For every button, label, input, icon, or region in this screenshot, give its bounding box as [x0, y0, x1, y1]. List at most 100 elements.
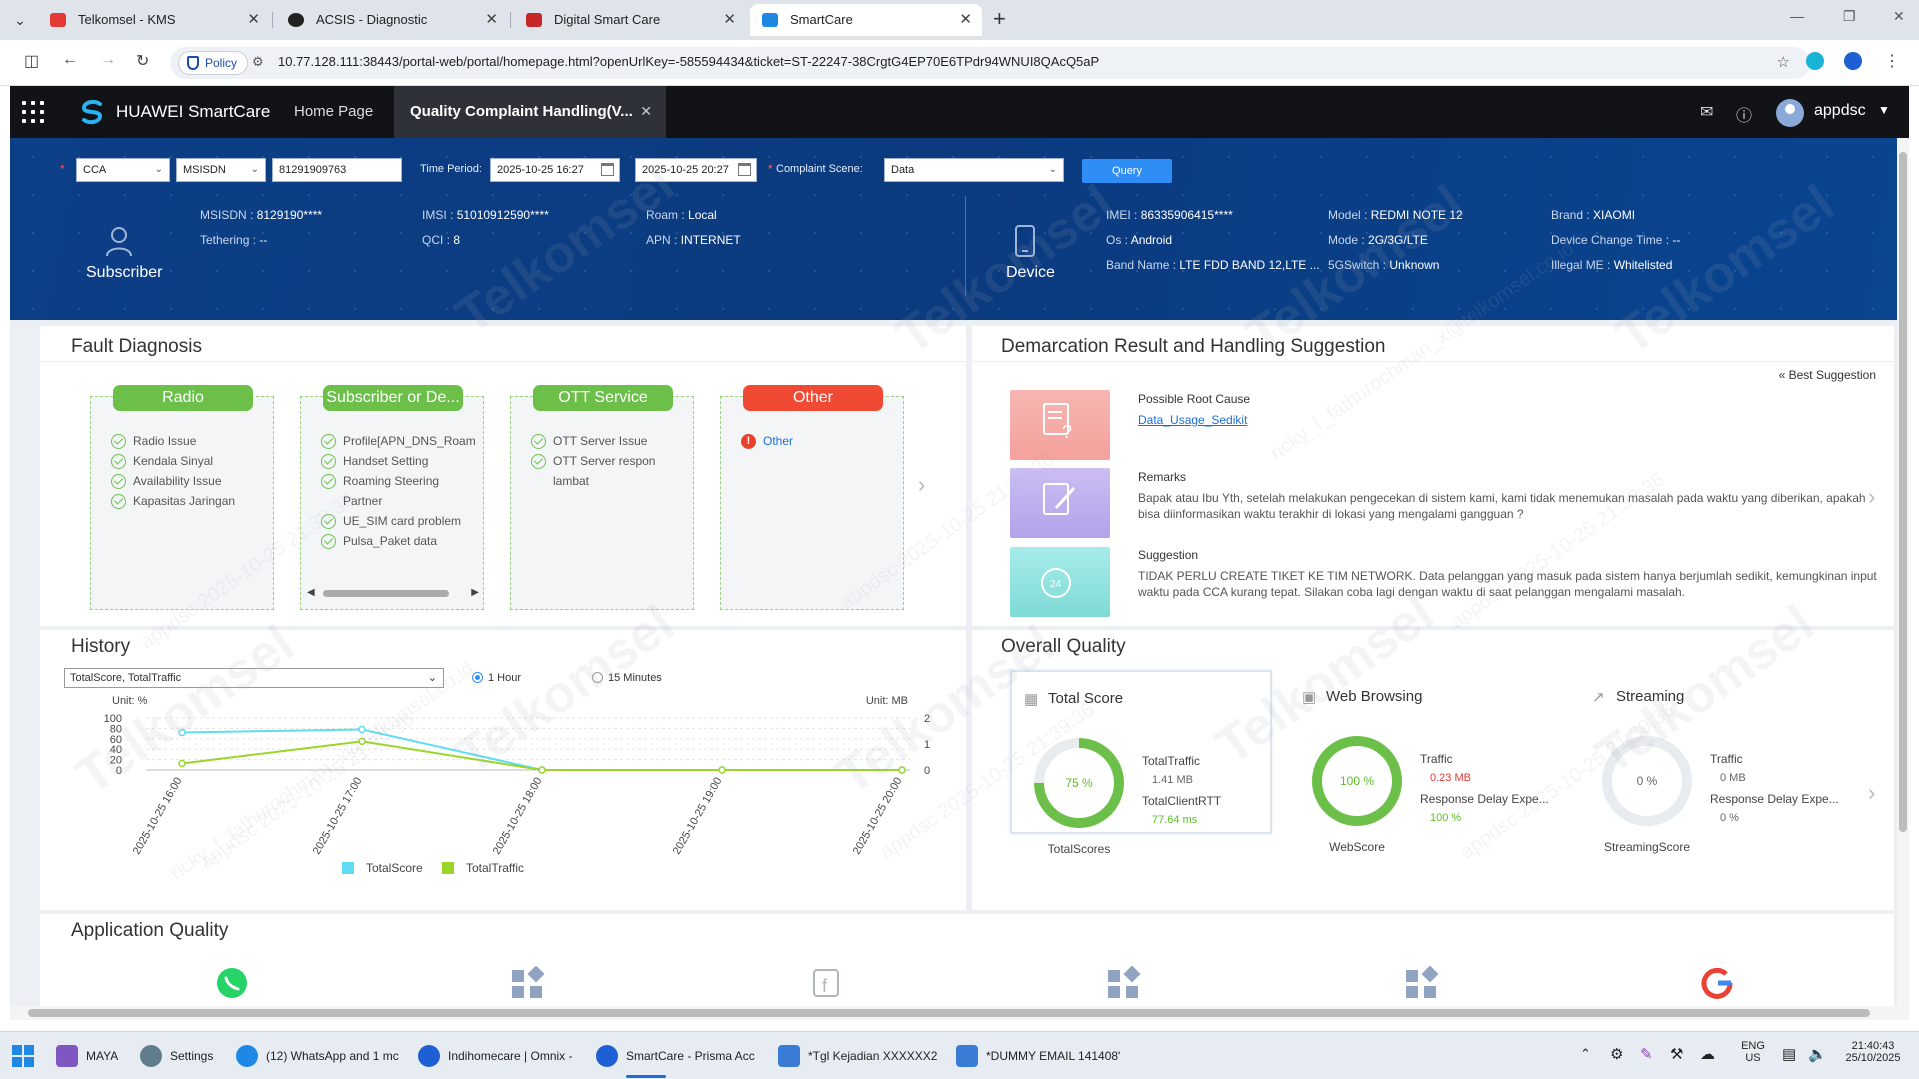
close-tab-icon[interactable]: ✕ [723, 4, 736, 36]
nav-tab-quality-complaint[interactable]: Quality Complaint Handling(V... ✕ [394, 86, 666, 138]
scrollbar-thumb[interactable] [1899, 152, 1907, 832]
calendar-icon[interactable] [601, 163, 614, 176]
app-generic-icon[interactable] [1106, 966, 1142, 1000]
browser-tab-digital-smart-care[interactable]: Digital Smart Care ✕ [514, 4, 746, 36]
smartcare-favicon-icon [762, 13, 778, 27]
close-nav-tab-icon[interactable]: ✕ [640, 103, 652, 120]
google-icon[interactable] [1700, 966, 1736, 1000]
chevron-right-icon[interactable]: › [918, 472, 925, 498]
page-horizontal-scrollbar[interactable] [10, 1006, 1897, 1020]
help-icon[interactable]: ⓘ [1736, 102, 1752, 126]
windows-start-icon[interactable] [12, 1045, 34, 1067]
taskbar-item-smartcare[interactable]: SmartCare - Prisma Acc [596, 1032, 755, 1079]
clock[interactable]: 21:40:43 25/10/2025 [1838, 1040, 1908, 1064]
app-grid-icon[interactable] [22, 101, 44, 123]
best-suggestion-link[interactable]: « Best Suggestion [1779, 368, 1876, 382]
facebook-icon[interactable]: f [808, 966, 844, 1000]
back-arrow-icon[interactable]: ← [62, 51, 78, 69]
id-type-select[interactable]: MSISDN ⌄ [176, 158, 266, 182]
restore-window-icon[interactable]: ❐ [1843, 8, 1856, 25]
user-menu-caret-icon[interactable]: ▼ [1878, 103, 1890, 117]
list-item: OTT Server Issue [531, 431, 693, 451]
whatsapp-icon[interactable] [214, 966, 250, 1000]
clock-time: 21:40:43 [1851, 1040, 1895, 1052]
reload-icon[interactable]: ↻ [136, 51, 149, 71]
close-tab-icon[interactable]: ✕ [485, 4, 498, 36]
tray-app-icon[interactable]: ⚙ [1610, 1045, 1623, 1063]
avatar[interactable] [1776, 99, 1804, 127]
language-indicator[interactable]: ENG US [1738, 1040, 1768, 1064]
app-generic-icon[interactable] [510, 966, 546, 1000]
quality-card-total-score[interactable]: ▦ Total Score 75 % TotalScores TotalTraff… [1010, 670, 1272, 856]
fault-card-radio[interactable]: Radio Radio Issue Kendala Sinyal Availab… [90, 385, 274, 610]
cca-select[interactable]: CCA ⌄ [76, 158, 170, 182]
tray-overflow-icon[interactable]: ⌃ [1580, 1046, 1591, 1062]
volume-icon[interactable]: 🔈 [1808, 1045, 1827, 1063]
app-generic-icon[interactable] [1404, 966, 1440, 1000]
sidebar-toggle-icon[interactable]: ◫ [24, 51, 39, 71]
list-item[interactable]: ! Other [741, 431, 903, 451]
imei-field: IMEI : 86335906415**** [1106, 208, 1233, 222]
network-icon[interactable]: ▤ [1782, 1045, 1796, 1063]
taskbar-item-indihomecare[interactable]: Indihomecare | Omnix - [418, 1032, 573, 1079]
y-tick-left: 0 [116, 765, 122, 777]
copilot-icon[interactable] [1844, 52, 1862, 70]
remarks-text: Bapak atau Ibu Yth, setelah melakukan pe… [1138, 491, 1866, 521]
mail-icon[interactable]: ✉ [1700, 102, 1713, 122]
legend-swatch-TotalScore [342, 862, 354, 874]
root-cause-label: Possible Root Cause [1138, 392, 1251, 406]
end-time-input[interactable]: 2025-10-25 20:27 [635, 158, 757, 182]
nav-home-page[interactable]: Home Page [294, 103, 373, 120]
scrollbar-thumb[interactable] [28, 1009, 1870, 1017]
close-tab-icon[interactable]: ✕ [247, 4, 260, 36]
tray-tool-icon[interactable]: ⚒ [1670, 1045, 1683, 1063]
alert-icon: ! [741, 434, 756, 449]
browser-tab-acsis[interactable]: ACSIS - Diagnostic ✕ [276, 4, 508, 36]
taskbar-item-maya[interactable]: MAYA [56, 1032, 118, 1079]
root-cause-illustration: ? [1010, 390, 1110, 460]
taskbar-item-notepad-2[interactable]: *DUMMY EMAIL 141408' [956, 1032, 1120, 1079]
complaint-scene-select[interactable]: Data ⌄ [884, 158, 1064, 182]
list-item: Kapasitas Jaringan [111, 491, 273, 511]
policy-chip[interactable]: Policy [178, 51, 249, 75]
chevron-right-icon[interactable]: › [1868, 780, 1875, 806]
quality-card-streaming[interactable]: ↗ Streaming 0 % StreamingScore Traffic 0 … [1580, 670, 1842, 854]
chevron-right-icon[interactable]: › [1868, 484, 1875, 510]
more-menu-icon[interactable]: ⋮ [1884, 51, 1900, 71]
root-cause-link[interactable]: Data_Usage_Sedikit [1138, 413, 1247, 427]
fault-card-other[interactable]: Other ! Other [720, 385, 904, 610]
cloud-icon[interactable]: ☁ [1700, 1045, 1715, 1063]
fault-card-header: Other [743, 385, 883, 411]
url-text[interactable]: 10.77.128.111:38443/portal-web/portal/ho… [278, 54, 1099, 69]
tab-divider [272, 12, 273, 28]
close-tab-icon[interactable]: ✕ [959, 4, 972, 36]
extension-icon[interactable] [1806, 52, 1824, 70]
pen-icon[interactable]: ✎ [1640, 1045, 1653, 1063]
address-bar[interactable]: Policy ⚙ 10.77.128.111:38443/portal-web/… [170, 47, 1810, 79]
smartcare-icon [596, 1045, 618, 1067]
new-tab-plus-icon[interactable]: + [993, 6, 1006, 32]
taskbar-item-edge[interactable]: (12) WhatsApp and 1 mc [236, 1032, 399, 1079]
close-window-icon[interactable]: ✕ [1893, 8, 1905, 25]
taskbar-item-notepad-1[interactable]: *Tgl Kejadian XXXXXX2 [778, 1032, 937, 1079]
fault-card-ott-service[interactable]: OTT Service OTT Server Issue OTT Server … [510, 385, 694, 610]
start-time-input[interactable]: 2025-10-25 16:27 [490, 158, 620, 182]
forward-arrow-icon[interactable]: → [100, 51, 116, 69]
x-tick-label: 2025-10-25 18:00 [491, 776, 545, 857]
bookmark-star-icon[interactable]: ☆ [1777, 53, 1790, 71]
browser-tab-telkomsel-kms[interactable]: Telkomsel - KMS ✕ [38, 4, 270, 36]
quality-card-web-browsing[interactable]: ▣ Web Browsing 100 % WebScore Traffic 0.2… [1290, 670, 1552, 854]
calendar-icon[interactable] [738, 163, 751, 176]
card-horizontal-scrollbar[interactable]: ◀ ▶ [305, 587, 481, 599]
user-name[interactable]: appdsc [1814, 102, 1866, 120]
page-vertical-scrollbar[interactable] [1897, 138, 1909, 1020]
tab-search-chevron-icon[interactable]: ⌄ [8, 9, 32, 31]
browser-tab-smartcare[interactable]: SmartCare ✕ [750, 4, 982, 36]
taskbar-item-settings[interactable]: Settings [140, 1032, 213, 1079]
minimize-window-icon[interactable]: — [1790, 8, 1804, 24]
site-info-icon[interactable]: ⚙ [252, 54, 264, 70]
fault-card-subscriber-device[interactable]: Subscriber or De... Profile[APN_DNS_Roam… [300, 385, 484, 610]
query-button[interactable]: Query [1082, 159, 1172, 183]
list-item: Availability Issue [111, 471, 273, 491]
msisdn-input[interactable]: 81291909763 [272, 158, 402, 182]
